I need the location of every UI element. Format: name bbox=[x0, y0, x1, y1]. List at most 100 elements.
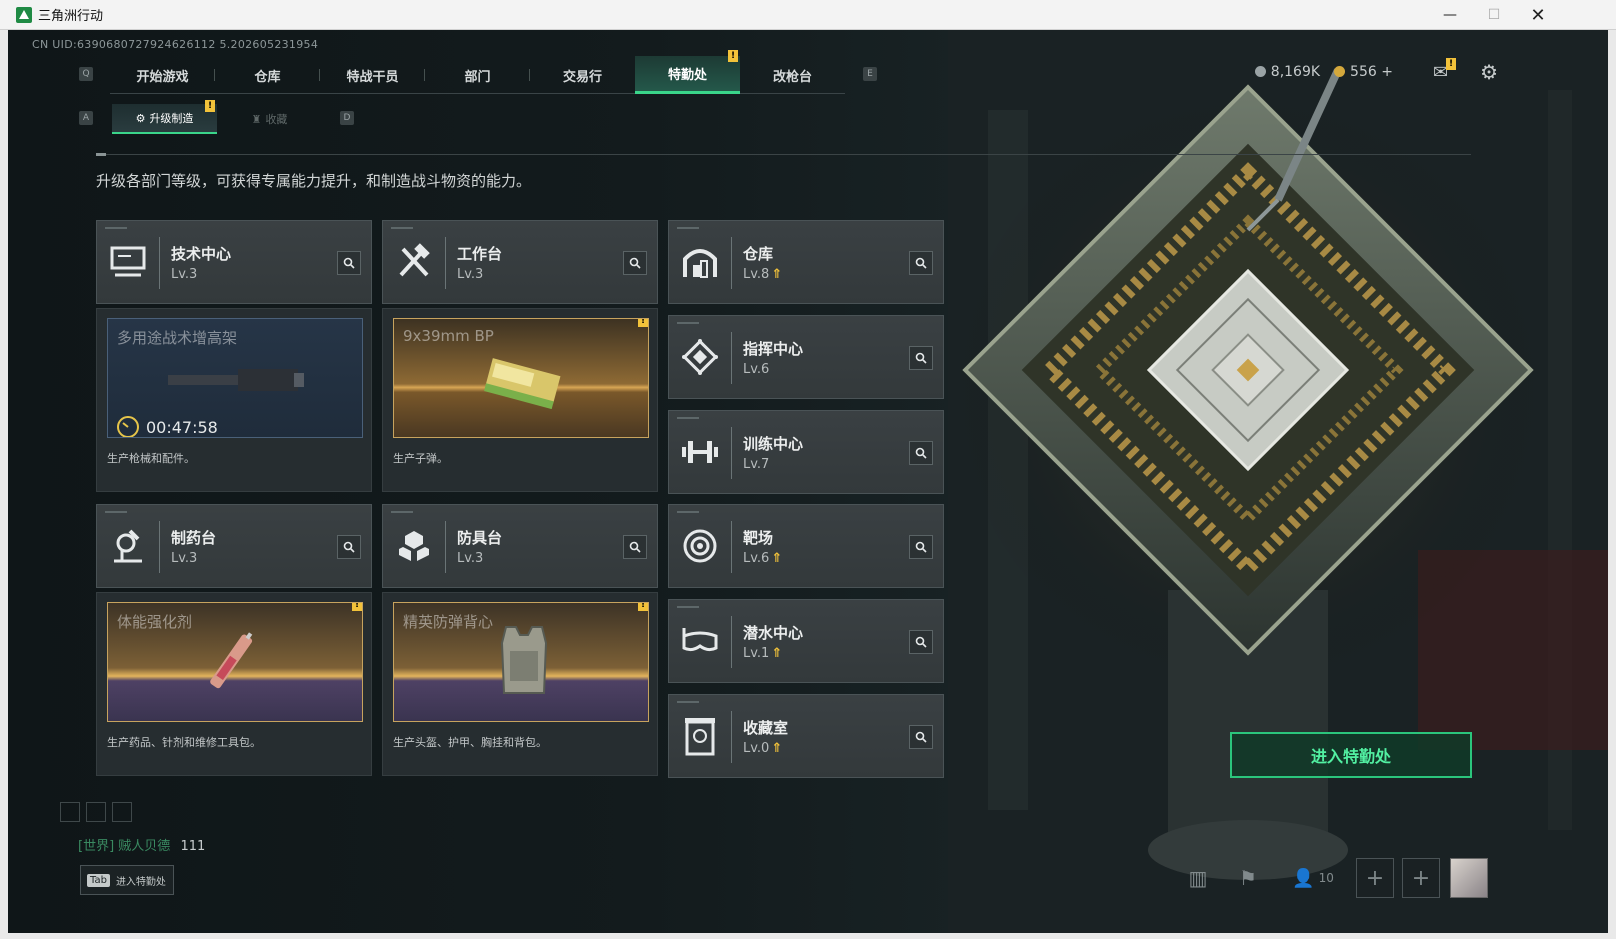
search-icon[interactable] bbox=[623, 535, 647, 559]
stats-chart-icon[interactable]: ▥ bbox=[1180, 858, 1216, 898]
page-description: 升级各部门等级，可获得专属能力提升，和制造战斗物资的能力。 bbox=[96, 172, 532, 190]
microscope-icon bbox=[107, 525, 149, 567]
search-icon[interactable] bbox=[909, 251, 933, 275]
armor-icon bbox=[393, 525, 435, 567]
goggles-icon bbox=[679, 620, 721, 662]
chat-option-box[interactable] bbox=[60, 802, 80, 822]
search-icon[interactable] bbox=[337, 251, 361, 275]
ammo-box-image bbox=[484, 358, 561, 409]
dept-card-warehouse[interactable]: 仓库 Lv.8 ⇑ bbox=[668, 220, 944, 304]
tab-operators[interactable]: 特战干员 bbox=[320, 56, 425, 94]
dept-name: 收藏室 bbox=[743, 719, 789, 737]
dept-name: 防具台 bbox=[457, 529, 503, 547]
tab-collection[interactable]: ♜ 收藏 bbox=[217, 104, 322, 134]
tab-key: Tab bbox=[87, 873, 110, 887]
production-description: 生产头盔、护甲、胸挂和背包。 bbox=[393, 736, 547, 749]
tab-departments[interactable]: 部门 bbox=[425, 56, 530, 94]
dept-level: Lv.1 ⇑ bbox=[743, 646, 783, 661]
upgrade-available-icon: ⇑ bbox=[771, 646, 783, 661]
chat-option-box[interactable] bbox=[86, 802, 106, 822]
facility-cube-illustration bbox=[948, 30, 1608, 933]
dept-name: 指挥中心 bbox=[743, 340, 804, 358]
upgrade-available-icon: ⇑ bbox=[771, 267, 783, 282]
chat-line[interactable]: [世界] 贼人贝德 111 bbox=[78, 835, 205, 854]
dumbbell-icon bbox=[679, 431, 721, 473]
dept-card-pharmacy[interactable]: 制药台 Lv.3 bbox=[96, 504, 372, 588]
mail-icon[interactable]: ✉! bbox=[1433, 57, 1457, 83]
dept-card-armor-bench[interactable]: 防具台 Lv.3 bbox=[382, 504, 658, 588]
currency-premium[interactable]: 556 + bbox=[1334, 64, 1393, 80]
dept-card-training-center[interactable]: 训练中心 Lv.7 bbox=[668, 410, 944, 494]
search-icon[interactable] bbox=[623, 251, 647, 275]
notification-badge: ! bbox=[205, 100, 215, 112]
maximize-button[interactable]: ☐ bbox=[1472, 0, 1516, 30]
production-item-name: 9x39mm BP bbox=[403, 327, 494, 345]
dept-level: Lv.3 bbox=[171, 551, 198, 566]
minimize-button[interactable]: — bbox=[1428, 0, 1472, 30]
upgrade-available-icon: ⇑ bbox=[771, 741, 783, 756]
flag-icon[interactable]: ⚑ bbox=[1230, 858, 1266, 898]
add-currency-button[interactable]: + bbox=[1381, 64, 1393, 80]
production-item-name: 体能强化剂 bbox=[117, 613, 193, 631]
dept-card-collection-room[interactable]: 收藏室 Lv.0 ⇑ bbox=[668, 694, 944, 778]
currency-coins[interactable]: 8,169K bbox=[1254, 64, 1320, 80]
tab-gunsmith[interactable]: 改枪台 bbox=[740, 56, 845, 94]
production-slot-armor[interactable]: 精英防弹背心 ! 生产头盔、护甲、胸挂和背包。 bbox=[382, 592, 658, 776]
friends-icon: 👤 bbox=[1292, 867, 1315, 889]
avatar[interactable] bbox=[1450, 858, 1488, 898]
production-slot-tech[interactable]: 多用途战术增高架 00:47:58 生产枪械和配件。 bbox=[96, 308, 372, 492]
tab-hint-label: 进入特勤处 bbox=[115, 876, 166, 888]
search-icon[interactable] bbox=[909, 725, 933, 749]
warehouse-icon bbox=[679, 241, 721, 283]
craft-icon: ⚙ bbox=[135, 111, 146, 125]
tab-hint[interactable]: Tab 进入特勤处 bbox=[80, 865, 174, 895]
close-button[interactable]: ✕ bbox=[1516, 0, 1560, 30]
game-viewport: CN UID:6390680727924626112 5.20260523195… bbox=[8, 30, 1608, 933]
production-item-name: 多用途战术增高架 bbox=[117, 329, 238, 347]
window-titlebar: 三角洲行动 — ☐ ✕ bbox=[0, 0, 1616, 30]
chat-option-box[interactable] bbox=[112, 802, 132, 822]
dept-level: Lv.6 ⇑ bbox=[743, 551, 783, 566]
dept-name: 潜水中心 bbox=[743, 624, 804, 642]
tab-special-ops[interactable]: 特勤处! bbox=[635, 50, 740, 94]
player-uid: CN UID:6390680727924626112 5.20260523195… bbox=[32, 38, 319, 51]
settings-gear-icon[interactable]: ⚙ bbox=[1480, 60, 1498, 84]
timer-icon bbox=[117, 416, 139, 437]
dept-card-workbench[interactable]: 工作台 Lv.3 bbox=[382, 220, 658, 304]
sub-nav: ⚙ 升级制造 ! ♜ 收藏 bbox=[112, 100, 322, 134]
add-squad-slot-button[interactable]: + bbox=[1402, 858, 1440, 898]
notification-badge: ! bbox=[728, 50, 738, 62]
production-timer: 00:47:58 bbox=[116, 415, 218, 437]
notification-badge: ! bbox=[352, 603, 362, 611]
dept-name: 靶场 bbox=[743, 529, 774, 547]
production-slot-pharmacy[interactable]: 体能强化剂 ! 生产药品、针剂和维修工具包。 bbox=[96, 592, 372, 776]
add-squad-slot-button[interactable]: + bbox=[1356, 858, 1394, 898]
coin-icon bbox=[1254, 66, 1266, 77]
dept-level: Lv.3 bbox=[171, 267, 198, 282]
dept-level: Lv.6 bbox=[743, 362, 770, 377]
tab-trading[interactable]: 交易行 bbox=[530, 56, 635, 94]
dept-level: Lv.0 ⇑ bbox=[743, 741, 783, 756]
dept-level: Lv.3 bbox=[457, 551, 484, 566]
search-icon[interactable] bbox=[909, 630, 933, 654]
search-icon[interactable] bbox=[909, 346, 933, 370]
friends-button[interactable]: 👤 10 bbox=[1288, 858, 1338, 898]
command-icon bbox=[679, 336, 721, 378]
dept-card-tech-center[interactable]: 技术中心 Lv.3 bbox=[96, 220, 372, 304]
enter-special-ops-button[interactable]: 进入特勤处 bbox=[1230, 732, 1472, 778]
search-icon[interactable] bbox=[337, 535, 361, 559]
dept-card-diving-center[interactable]: 潜水中心 Lv.1 ⇑ bbox=[668, 599, 944, 683]
search-icon[interactable] bbox=[909, 535, 933, 559]
production-description: 生产枪械和配件。 bbox=[107, 452, 195, 465]
tab-warehouse[interactable]: 仓库 bbox=[215, 56, 320, 94]
production-description: 生产药品、针剂和维修工具包。 bbox=[107, 736, 261, 749]
tab-start-game[interactable]: 开始游戏 bbox=[110, 56, 215, 94]
production-slot-workbench[interactable]: 9x39mm BP ! 生产子弹。 bbox=[382, 308, 658, 492]
tab-upgrade-craft[interactable]: ⚙ 升级制造 ! bbox=[112, 100, 217, 134]
key-q-hint: Q bbox=[79, 67, 93, 81]
dept-card-command-center[interactable]: 指挥中心 Lv.6 bbox=[668, 315, 944, 399]
upgrade-available-icon: ⇑ bbox=[771, 551, 783, 566]
syringe-image bbox=[210, 632, 253, 689]
dept-card-shooting-range[interactable]: 靶场 Lv.6 ⇑ bbox=[668, 504, 944, 588]
search-icon[interactable] bbox=[909, 441, 933, 465]
